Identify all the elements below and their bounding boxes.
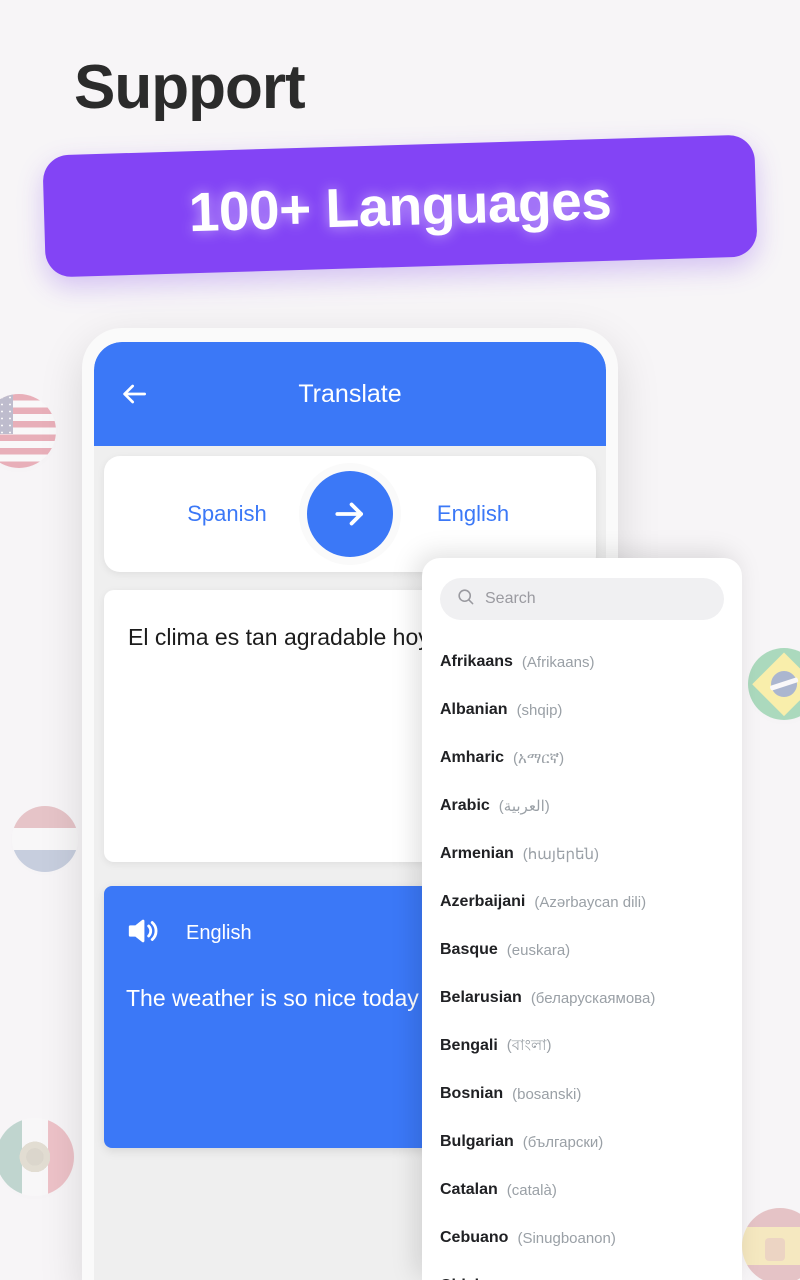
promo-screenshot: Support 100+ Languages Translate Spanish…: [0, 0, 800, 1280]
flag-es-icon: [742, 1208, 800, 1280]
language-name: Bosnian: [440, 1085, 504, 1102]
search-placeholder: Search: [485, 590, 536, 607]
language-name: Bulgarian: [440, 1133, 514, 1150]
list-item[interactable]: Catalan (català): [440, 1166, 724, 1214]
list-item[interactable]: Chichewa(Chichewa): [440, 1262, 724, 1280]
list-item[interactable]: Afrikaans (Afrikaans): [440, 638, 724, 686]
list-item[interactable]: Azerbaijani (Azərbaycan dili): [440, 878, 724, 926]
language-native-name: (Sinugboanon): [517, 1229, 616, 1247]
languages-badge-label: 100+ Languages: [187, 168, 613, 244]
language-list[interactable]: Afrikaans (Afrikaans) Albanian (shqip) Amhar…: [440, 638, 724, 1280]
language-native-name: (беларускаямова): [530, 989, 656, 1007]
language-name: Bengali: [440, 1037, 498, 1054]
list-item[interactable]: Armenian (հայերեն): [440, 830, 724, 878]
language-native-name: (বাংলা): [506, 1036, 552, 1054]
language-name: Basque: [440, 941, 498, 958]
arrow-right-icon: [335, 502, 363, 526]
language-name: Armenian: [440, 845, 514, 862]
swap-direction-button[interactable]: [307, 471, 393, 557]
language-name: Catalan: [440, 1181, 498, 1198]
language-name: Amharic: [440, 749, 505, 766]
language-selector-bar: Spanish English: [104, 456, 596, 572]
language-native-name: (shqip): [516, 701, 563, 719]
language-name: Azerbaijani: [440, 893, 526, 910]
search-input[interactable]: Search: [440, 578, 724, 620]
languages-badge: 100+ Languages: [42, 134, 758, 278]
app-bar-title: Translate: [298, 379, 402, 408]
list-item[interactable]: Bosnian (bosanski): [440, 1070, 724, 1118]
language-name: Belarusian: [440, 989, 522, 1006]
language-picker-panel: Search Afrikaans (Afrikaans) Albanian (shqi…: [422, 558, 742, 1280]
language-native-name: (català): [506, 1181, 557, 1199]
language-name: Afrikaans: [440, 653, 513, 670]
language-name: Albanian: [440, 701, 508, 718]
list-item[interactable]: Bengali (বাংলা): [440, 1022, 724, 1070]
list-item[interactable]: Arabic (العربية): [440, 782, 724, 830]
language-native-name: (հայերեն): [522, 846, 600, 863]
result-language-label: English: [186, 922, 252, 944]
app-bar: Translate: [94, 342, 606, 446]
language-name: Cebuano: [440, 1229, 509, 1246]
flag-us-icon: [0, 394, 56, 468]
list-item[interactable]: Amharic (አማርኛ): [440, 734, 724, 782]
list-item[interactable]: Basque (euskara): [440, 926, 724, 974]
list-item[interactable]: Bulgarian (български): [440, 1118, 724, 1166]
search-icon: [456, 587, 475, 611]
flag-mx-icon: [0, 1118, 74, 1196]
list-item[interactable]: Belarusian (беларускаямова): [440, 974, 724, 1022]
list-item[interactable]: Cebuano (Sinugboanon): [440, 1214, 724, 1262]
language-native-name: (български): [522, 1133, 604, 1151]
flag-nl-icon: [12, 806, 78, 872]
language-name: Arabic: [440, 797, 490, 814]
list-item[interactable]: Albanian (shqip): [440, 686, 724, 734]
page-title: Support: [74, 53, 306, 122]
language-native-name: (Afrikaans): [521, 653, 595, 671]
speaker-icon[interactable]: [126, 914, 160, 953]
language-native-name: (العربية): [498, 798, 550, 815]
language-native-name: (bosanski): [512, 1085, 582, 1103]
language-native-name: (euskara): [506, 941, 571, 959]
language-native-name: (Azərbaycan dili): [534, 893, 647, 911]
flag-br-icon: [748, 648, 800, 720]
language-native-name: (አማርኛ): [513, 749, 565, 767]
back-arrow-icon[interactable]: [118, 378, 150, 410]
